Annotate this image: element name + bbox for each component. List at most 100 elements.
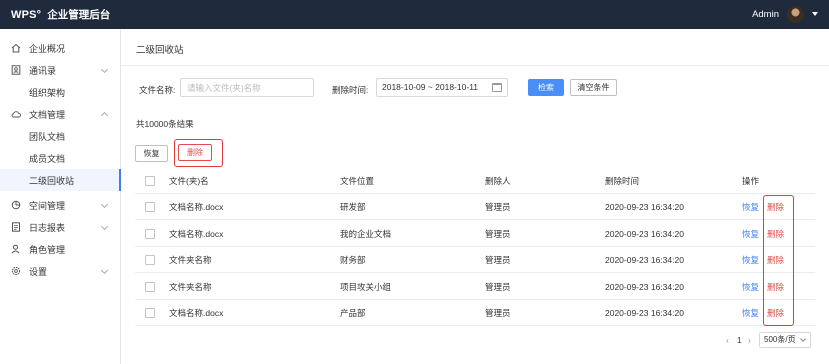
page-size-value: 500条/页 [764,335,796,344]
sidebar-item-recycle-bin[interactable]: 二级回收站 [0,169,121,191]
cell-file-name: 文件夹名称 [169,255,212,265]
table-header: 文件(夹)名 文件位置 删除人 删除时间 操作 [135,168,815,194]
table-row[interactable]: 文档名称.docx 研发部 管理员 2020-09-23 16:34:20 恢复 删除 [135,194,815,220]
chevron-down-icon [800,336,806,342]
delete-time-label: 删除时间: [332,85,369,95]
sidebar-item-doc-management[interactable]: 文档管理 [0,103,121,125]
chevron-down-icon [100,65,109,74]
pie-chart-icon [11,200,21,210]
row-checkbox[interactable] [145,308,155,318]
current-page[interactable]: 1 [737,335,742,345]
sidebar-item-label: 设置 [29,266,48,277]
chevron-up-icon [100,111,109,120]
row-restore-link[interactable]: 恢复 [742,202,759,212]
cell-delete-time: 2020-09-23 16:34:20 [605,281,684,292]
table-row[interactable]: 文件夹名称 项目攻关小组 管理员 2020-09-23 16:34:20 恢复 删除 [135,274,815,300]
sidebar-item-label: 企业概况 [29,43,66,54]
clear-filters-button[interactable]: 清空条件 [570,79,617,96]
cell-deleter: 管理员 [485,228,511,239]
sidebar-item-overview[interactable]: 企业概况 [0,37,121,59]
delete-button[interactable]: 删除 [178,144,212,161]
search-button[interactable]: 检索 [528,79,564,96]
sidebar-item-label: 空间管理 [29,200,66,211]
table-row[interactable]: 文档名称.docx 产品部 管理员 2020-09-23 16:34:20 恢复 删除 [135,300,815,326]
sidebar-item-member-docs[interactable]: 成员文档 [0,147,121,169]
restore-button[interactable]: 恢复 [135,145,168,162]
row-checkbox[interactable] [145,281,155,292]
user-role-icon [11,244,20,254]
cell-location: 产品部 [340,308,366,318]
table-row[interactable]: 文件夹名称 财务部 管理员 2020-09-23 16:34:20 恢复 删除 [135,247,815,273]
date-range-picker[interactable]: 2018-10-09 ~ 2018-10-11 [376,78,508,97]
cell-deleter: 管理员 [485,202,511,212]
cell-file-name: 文档名称.docx [169,202,224,212]
sidebar-item-org-structure[interactable]: 组织架构 [0,81,121,103]
user-name[interactable]: Admin [752,9,779,20]
prev-page-button[interactable]: ‹ [726,335,729,345]
page-title: 二级回收站 [136,45,184,56]
sidebar: 企业概况 通讯录 组织架构 文档管理 团队文档 成员文档 二级回收站 空间管理 … [0,29,121,364]
wps-logo: WPS° [11,8,42,21]
page-size-select[interactable]: 500条/页 [759,332,811,348]
row-restore-link[interactable]: 恢复 [742,229,759,239]
next-page-button[interactable]: › [748,335,751,345]
cell-location: 项目攻关小组 [340,281,392,292]
col-header-time: 删除时间 [605,176,640,186]
row-restore-link[interactable]: 恢复 [742,308,759,318]
result-count: 共10000条结果 [136,119,194,129]
calendar-icon [492,83,502,92]
chevron-down-icon [100,222,109,231]
contacts-icon [11,65,21,75]
col-header-deleter: 删除人 [485,176,511,186]
sidebar-item-contacts[interactable]: 通讯录 [0,59,121,81]
sidebar-item-team-docs[interactable]: 团队文档 [0,125,121,147]
cell-delete-time: 2020-09-23 16:34:20 [605,202,684,212]
sidebar-item-log-reports[interactable]: 日志报表 [0,216,121,238]
date-range-value: 2018-10-09 ~ 2018-10-11 [382,82,479,92]
row-checkbox[interactable] [145,202,155,212]
table-row[interactable]: 文档名称.docx 我的企业文档 管理员 2020-09-23 16:34:20 恢复删… [135,221,815,247]
cell-location: 我的企业文档 [340,228,392,239]
cell-delete-time: 2020-09-23 16:34:20 [605,255,684,265]
cell-file-name: 文件夹名称 [169,281,212,292]
cloud-icon [11,111,21,118]
gear-icon [11,266,21,276]
cell-location: 研发部 [340,202,366,212]
app-title: 企业管理后台 [47,9,111,21]
chevron-down-icon [100,266,109,275]
cell-deleter: 管理员 [485,255,511,265]
sidebar-item-label: 组织架构 [29,87,66,98]
file-name-input[interactable] [180,78,314,97]
row-checkbox[interactable] [145,228,155,239]
col-header-actions: 操作 [742,176,760,186]
select-all-checkbox[interactable] [145,176,155,186]
col-header-location: 文件位置 [340,176,375,186]
cell-location: 财务部 [340,255,366,265]
sidebar-item-label: 团队文档 [29,131,66,142]
report-icon [12,222,20,232]
divider [121,65,829,66]
sidebar-item-space-management[interactable]: 空间管理 [0,194,121,216]
cell-file-name: 文档名称.docx [169,228,224,239]
home-icon [11,43,21,53]
sidebar-item-label: 文档管理 [29,109,66,120]
sidebar-item-label: 成员文档 [29,153,66,164]
sidebar-item-label: 通讯录 [29,65,57,76]
file-name-label: 文件名称: [139,85,176,95]
sidebar-item-settings[interactable]: 设置 [0,260,121,282]
avatar[interactable] [787,6,804,23]
delete-links-highlight [763,195,794,326]
sidebar-item-role-management[interactable]: 角色管理 [0,238,121,260]
row-restore-link[interactable]: 恢复 [742,282,759,292]
sidebar-item-label: 二级回收站 [29,175,75,186]
cell-delete-time: 2020-09-23 16:34:20 [605,228,684,239]
main-panel: 二级回收站 文件名称: 删除时间: 2018-10-09 ~ 2018-10-1… [121,29,829,364]
caret-down-icon[interactable] [812,12,818,16]
cell-deleter: 管理员 [485,281,511,292]
cell-delete-time: 2020-09-23 16:34:20 [605,308,684,318]
row-restore-link[interactable]: 恢复 [742,255,759,265]
col-header-name: 文件(夹)名 [169,176,209,186]
sidebar-item-label: 角色管理 [29,244,66,255]
row-checkbox[interactable] [145,255,155,265]
cell-deleter: 管理员 [485,308,511,318]
